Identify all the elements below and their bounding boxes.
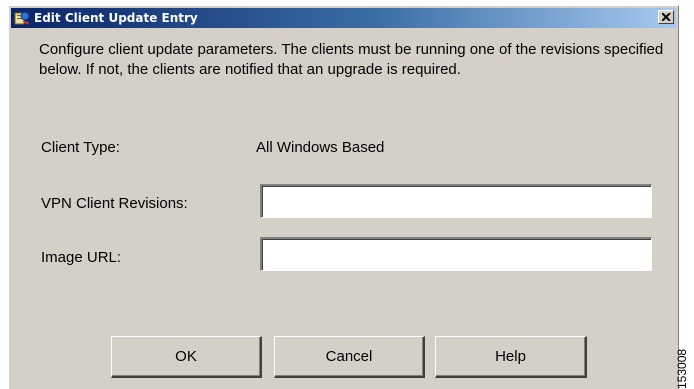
ok-button[interactable]: OK <box>111 336 262 378</box>
help-button[interactable]: Help <box>435 336 587 378</box>
vpn-client-revisions-input[interactable] <box>260 184 652 218</box>
client-type-value: All Windows Based <box>256 139 385 156</box>
close-button[interactable] <box>658 10 674 24</box>
title-bar[interactable]: Edit Client Update Entry <box>11 8 676 28</box>
window-title: Edit Client Update Entry <box>34 11 198 25</box>
cancel-button[interactable]: Cancel <box>274 336 425 378</box>
figure-id-label: 153008 <box>675 348 689 389</box>
app-icon <box>14 10 30 26</box>
vpn-client-revisions-label: VPN Client Revisions: <box>41 195 188 212</box>
close-icon <box>662 13 671 21</box>
image-url-label: Image URL: <box>41 249 122 266</box>
description-text: Configure client update parameters. The … <box>39 41 664 78</box>
dialog-window: Edit Client Update Entry Configure clien… <box>8 5 679 389</box>
image-url-input[interactable] <box>260 237 652 271</box>
client-type-label: Client Type: <box>41 139 120 156</box>
